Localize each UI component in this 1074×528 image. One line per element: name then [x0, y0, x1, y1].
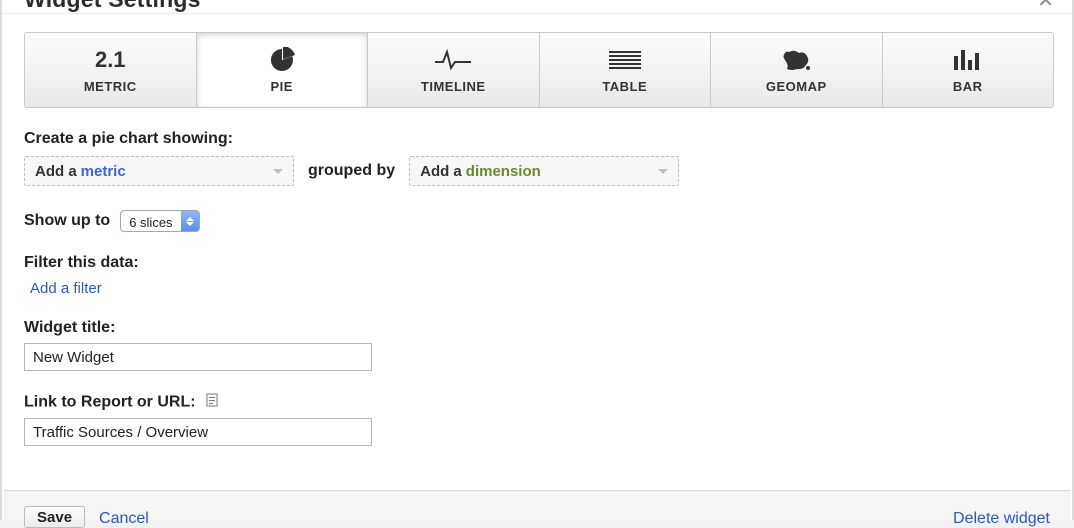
geomap-icon — [779, 47, 813, 73]
tab-metric[interactable]: 2.1 METRIC — [25, 33, 197, 107]
widget-title-input[interactable]: New Widget — [24, 343, 372, 371]
link-to-report-value: Traffic Sources / Overview — [33, 424, 208, 441]
save-button[interactable]: Save — [24, 506, 85, 528]
tab-timeline[interactable]: TIMELINE — [368, 33, 540, 107]
dimension-dropdown-prefix: Add a — [420, 163, 462, 180]
metric-icon: 2.1 — [95, 47, 126, 73]
filter-label: Filter this data: — [24, 254, 1054, 272]
dimension-dropdown-term: dimension — [466, 163, 541, 180]
chart-type-tabs: 2.1 METRIC PIE — [24, 32, 1054, 108]
widget-title-label: Widget title: — [24, 319, 1054, 337]
tab-metric-label: METRIC — [84, 79, 137, 94]
dimension-dropdown[interactable]: Add a dimension — [409, 156, 679, 186]
delete-widget-link[interactable]: Delete widget — [953, 510, 1050, 528]
slices-value: 6 slices — [121, 211, 180, 231]
widget-title-value: New Widget — [33, 349, 114, 366]
table-icon — [609, 47, 641, 73]
tab-table-label: TABLE — [602, 79, 647, 94]
metric-dropdown[interactable]: Add a metric — [24, 156, 294, 186]
cancel-link[interactable]: Cancel — [99, 510, 149, 528]
metric-dropdown-prefix: Add a — [35, 163, 77, 180]
close-icon[interactable]: ✕ — [1037, 0, 1054, 13]
link-to-report-label: Link to Report or URL: — [24, 393, 1054, 412]
pie-prompt: Create a pie chart showing: — [24, 130, 1054, 148]
show-up-to-row: Show up to 6 slices — [24, 210, 1054, 232]
tab-geomap[interactable]: GEOMAP — [711, 33, 883, 107]
tab-geomap-label: GEOMAP — [766, 79, 827, 94]
slices-select[interactable]: 6 slices — [120, 210, 199, 232]
tab-bar[interactable]: BAR — [883, 33, 1054, 107]
metric-dropdown-term: metric — [81, 163, 126, 180]
dialog-footer: Save Cancel Delete widget — [4, 490, 1070, 520]
link-to-report-input[interactable]: Traffic Sources / Overview — [24, 418, 372, 446]
pie-icon — [269, 47, 295, 73]
bar-icon — [953, 47, 983, 73]
timeline-icon — [433, 47, 473, 73]
tab-bar-label: BAR — [953, 79, 983, 94]
stepper-arrows-icon — [181, 211, 199, 231]
dialog-content: 2.1 METRIC PIE — [2, 14, 1072, 446]
chevron-down-icon — [658, 169, 668, 174]
show-up-to-label: Show up to — [24, 212, 110, 230]
tab-pie[interactable]: PIE — [197, 33, 369, 107]
tab-pie-label: PIE — [271, 79, 293, 94]
tab-table[interactable]: TABLE — [540, 33, 712, 107]
grouped-by-label: grouped by — [308, 162, 395, 180]
chevron-down-icon — [273, 169, 283, 174]
add-filter-link[interactable]: Add a filter — [30, 280, 102, 297]
report-icon — [206, 393, 218, 412]
tab-timeline-label: TIMELINE — [421, 79, 486, 94]
dialog-title: Widget Settings — [24, 0, 201, 13]
dialog-header: Widget Settings ✕ — [2, 0, 1072, 14]
metric-dimension-row: Add a metric grouped by Add a dimension — [24, 156, 1054, 186]
widget-settings-dialog: Widget Settings ✕ 2.1 METRIC PIE — [0, 0, 1074, 520]
